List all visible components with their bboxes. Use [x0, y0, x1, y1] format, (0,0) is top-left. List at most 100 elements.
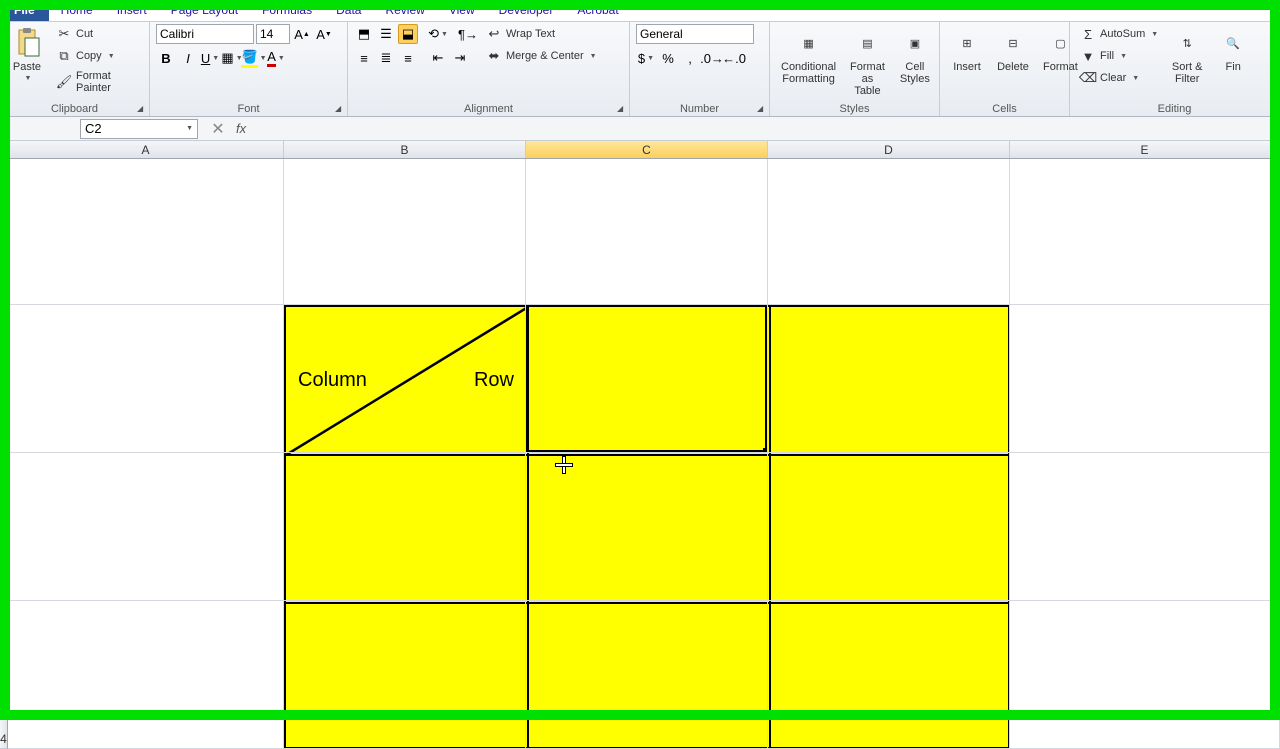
- scissors-icon: ✂: [56, 26, 72, 42]
- border-button[interactable]: ▦▼: [222, 48, 242, 68]
- ltr-button[interactable]: ¶→: [458, 24, 478, 44]
- comma-button[interactable]: ,: [680, 48, 700, 68]
- column-header-D[interactable]: D: [768, 141, 1010, 158]
- find-select-button[interactable]: 🔍Fin: [1212, 24, 1254, 76]
- tab-data[interactable]: Data: [324, 0, 373, 21]
- merge-center-button[interactable]: ⬌Merge & Center▼: [482, 46, 601, 66]
- cancel-formula-button[interactable]: ✕: [208, 119, 228, 139]
- underline-button[interactable]: U▼: [200, 48, 220, 68]
- cell-C3[interactable]: [526, 453, 768, 601]
- ribbon-tabs: File Home Insert Page Layout Formulas Da…: [0, 0, 1280, 22]
- cell-E1[interactable]: [1010, 159, 1280, 305]
- formula-bar[interactable]: [254, 119, 1280, 139]
- wrap-text-button[interactable]: ↩Wrap Text: [482, 24, 601, 44]
- cell-D4[interactable]: [768, 601, 1010, 749]
- cell-A2[interactable]: [8, 305, 284, 453]
- dialog-launcher-icon[interactable]: ◢: [617, 104, 627, 114]
- shrink-font-button[interactable]: A▼: [314, 24, 334, 44]
- dialog-launcher-icon[interactable]: ◢: [335, 104, 345, 114]
- tab-insert[interactable]: Insert: [105, 0, 159, 21]
- row-header-1[interactable]: 1: [0, 159, 8, 305]
- cell-E2[interactable]: [1010, 305, 1280, 453]
- tab-page-layout[interactable]: Page Layout: [159, 0, 250, 21]
- dialog-launcher-icon[interactable]: ◢: [757, 104, 767, 114]
- cell-E4[interactable]: [1010, 601, 1280, 749]
- autosum-button[interactable]: ΣAutoSum▼: [1076, 24, 1162, 44]
- cut-button[interactable]: ✂Cut: [52, 24, 143, 44]
- select-all-button[interactable]: [0, 141, 8, 158]
- orientation-button[interactable]: ⟲▼: [428, 24, 448, 44]
- increase-decimal-button[interactable]: .0→: [702, 48, 722, 68]
- dialog-launcher-icon[interactable]: ◢: [137, 104, 147, 114]
- bucket-icon: 🪣: [241, 49, 257, 68]
- tab-home[interactable]: Home: [49, 0, 105, 21]
- bold-button[interactable]: B: [156, 48, 176, 68]
- column-header-B[interactable]: B: [284, 141, 526, 158]
- tab-view[interactable]: View: [437, 0, 487, 21]
- table-label: Format as Table: [850, 61, 885, 97]
- conditional-formatting-button[interactable]: ▦Conditional Formatting: [776, 24, 841, 88]
- chevron-down-icon: ▼: [25, 75, 32, 82]
- cell-A3[interactable]: [8, 453, 284, 601]
- cell-styles-button[interactable]: ▣Cell Styles: [894, 24, 936, 88]
- column-header-E[interactable]: E: [1010, 141, 1280, 158]
- cell-B1[interactable]: [284, 159, 526, 305]
- cell-C4[interactable]: [526, 601, 768, 749]
- column-header-A[interactable]: A: [8, 141, 284, 158]
- cell-A4[interactable]: [8, 601, 284, 749]
- align-left-button[interactable]: ≡: [354, 48, 374, 68]
- cell-C1[interactable]: [526, 159, 768, 305]
- format-as-table-button[interactable]: ▤Format as Table: [845, 24, 890, 100]
- font-size-combo[interactable]: [256, 24, 290, 44]
- cell-C2[interactable]: [526, 305, 768, 453]
- italic-button[interactable]: I: [178, 48, 198, 68]
- clear-button[interactable]: ⌫Clear▼: [1076, 68, 1162, 88]
- cell-styles-label: Cell Styles: [900, 61, 930, 85]
- name-box[interactable]: C2▼: [80, 119, 198, 139]
- row-header-4[interactable]: 4: [0, 601, 8, 749]
- spreadsheet-grid: ABCDE 1234 Column Row: [0, 141, 1280, 749]
- align-right-button[interactable]: ≡: [398, 48, 418, 68]
- font-color-button[interactable]: A▼: [266, 48, 286, 68]
- tab-file[interactable]: File: [0, 0, 49, 21]
- increase-indent-button[interactable]: ⇥: [450, 48, 470, 68]
- cell-B2[interactable]: [284, 305, 526, 453]
- cell-B4[interactable]: [284, 601, 526, 749]
- delete-cells-button[interactable]: ⊟Delete: [992, 24, 1034, 76]
- cell-A1[interactable]: [8, 159, 284, 305]
- row-header-3[interactable]: 3: [0, 453, 8, 601]
- column-header-C[interactable]: C: [526, 141, 768, 158]
- tab-acrobat[interactable]: Acrobat: [565, 0, 630, 21]
- group-label: Font: [150, 102, 347, 116]
- cell-D3[interactable]: [768, 453, 1010, 601]
- accounting-button[interactable]: $▼: [636, 48, 656, 68]
- tab-developer[interactable]: Developer: [487, 0, 566, 21]
- align-bottom-button[interactable]: ⬓: [398, 24, 418, 44]
- grow-font-button[interactable]: A▲: [292, 24, 312, 44]
- sort-filter-button[interactable]: ⇅Sort & Filter: [1166, 24, 1208, 88]
- percent-button[interactable]: %: [658, 48, 678, 68]
- row-header-2[interactable]: 2: [0, 305, 8, 453]
- tab-formulas[interactable]: Formulas: [250, 0, 324, 21]
- fill-color-button[interactable]: 🪣▼: [244, 48, 264, 68]
- decrease-indent-button[interactable]: ⇤: [428, 48, 448, 68]
- cell-D2[interactable]: [768, 305, 1010, 453]
- paste-button[interactable]: Paste ▼: [6, 24, 48, 85]
- tab-review[interactable]: Review: [373, 0, 436, 21]
- fx-icon[interactable]: fx: [236, 121, 246, 136]
- fill-button[interactable]: ▼Fill▼: [1076, 46, 1162, 66]
- wrap-icon: ↩: [486, 26, 502, 42]
- copy-button[interactable]: ⧉Copy▼: [52, 46, 143, 66]
- align-middle-button[interactable]: ☰: [376, 24, 396, 44]
- align-center-button[interactable]: ≣: [376, 48, 396, 68]
- decrease-decimal-button[interactable]: ←.0: [724, 48, 744, 68]
- number-format-combo[interactable]: [636, 24, 754, 44]
- cell-E3[interactable]: [1010, 453, 1280, 601]
- cell-B3[interactable]: [284, 453, 526, 601]
- cell-styles-icon: ▣: [899, 27, 931, 59]
- cell-D1[interactable]: [768, 159, 1010, 305]
- insert-cells-button[interactable]: ⊞Insert: [946, 24, 988, 76]
- align-top-button[interactable]: ⬒: [354, 24, 374, 44]
- format-painter-button[interactable]: 🖌Format Painter: [52, 68, 143, 96]
- font-name-combo[interactable]: [156, 24, 254, 44]
